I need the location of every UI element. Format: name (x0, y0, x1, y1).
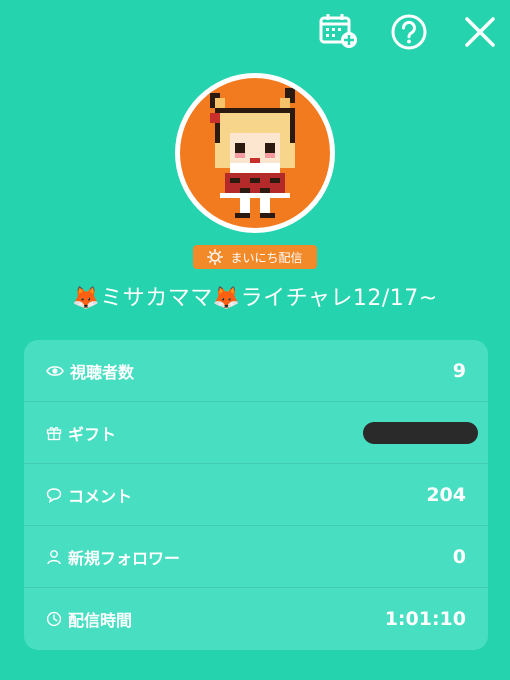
top-bar (0, 0, 510, 64)
stat-label: 新規フォロワー (68, 548, 181, 568)
stat-label: ギフト (68, 424, 117, 444)
person-icon (47, 549, 61, 564)
stat-value: 1:01:10 (384, 608, 466, 630)
stream-title: 🦊ミサカママ🦊ライチャレ12/17~ (72, 286, 438, 311)
calendar-add-icon (319, 14, 357, 48)
stat-row-comments: コメント 204 (24, 464, 488, 526)
stat-row-stream-time: 配信時間 1:01:10 (24, 588, 488, 650)
stat-row-gifts: ギフト (24, 402, 488, 464)
stat-label: コメント (68, 486, 133, 506)
redacted-value (363, 421, 478, 444)
stat-row-new-followers: 新規フォロワー 0 (24, 526, 488, 588)
sun-icon (207, 249, 224, 265)
daily-stream-badge: まいにち配信 (193, 245, 317, 269)
avatar[interactable] (175, 73, 335, 233)
eye-icon (46, 365, 64, 376)
comment-icon (46, 487, 62, 503)
avatar-image (180, 78, 330, 228)
stats-panel: 視聴者数 9 ギフト コメント 204 新規フォロワー 0 配信時間 1:01:… (24, 340, 488, 650)
stat-label: 配信時間 (68, 611, 133, 630)
badge-label: まいにち配信 (230, 250, 303, 265)
stat-label: 視聴者数 (70, 362, 135, 382)
gift-icon (46, 426, 62, 440)
stat-value: 204 (426, 483, 466, 506)
pixel-character-icon (210, 88, 295, 218)
calendar-add-button[interactable] (317, 12, 361, 50)
close-icon (465, 17, 495, 47)
close-button[interactable] (458, 10, 502, 54)
stat-value: 9 (452, 359, 466, 382)
help-button[interactable] (389, 12, 429, 52)
help-circle-icon (391, 14, 427, 50)
stat-row-viewers: 視聴者数 9 (24, 340, 488, 402)
clock-icon (46, 611, 62, 627)
stat-value: 0 (452, 545, 466, 568)
